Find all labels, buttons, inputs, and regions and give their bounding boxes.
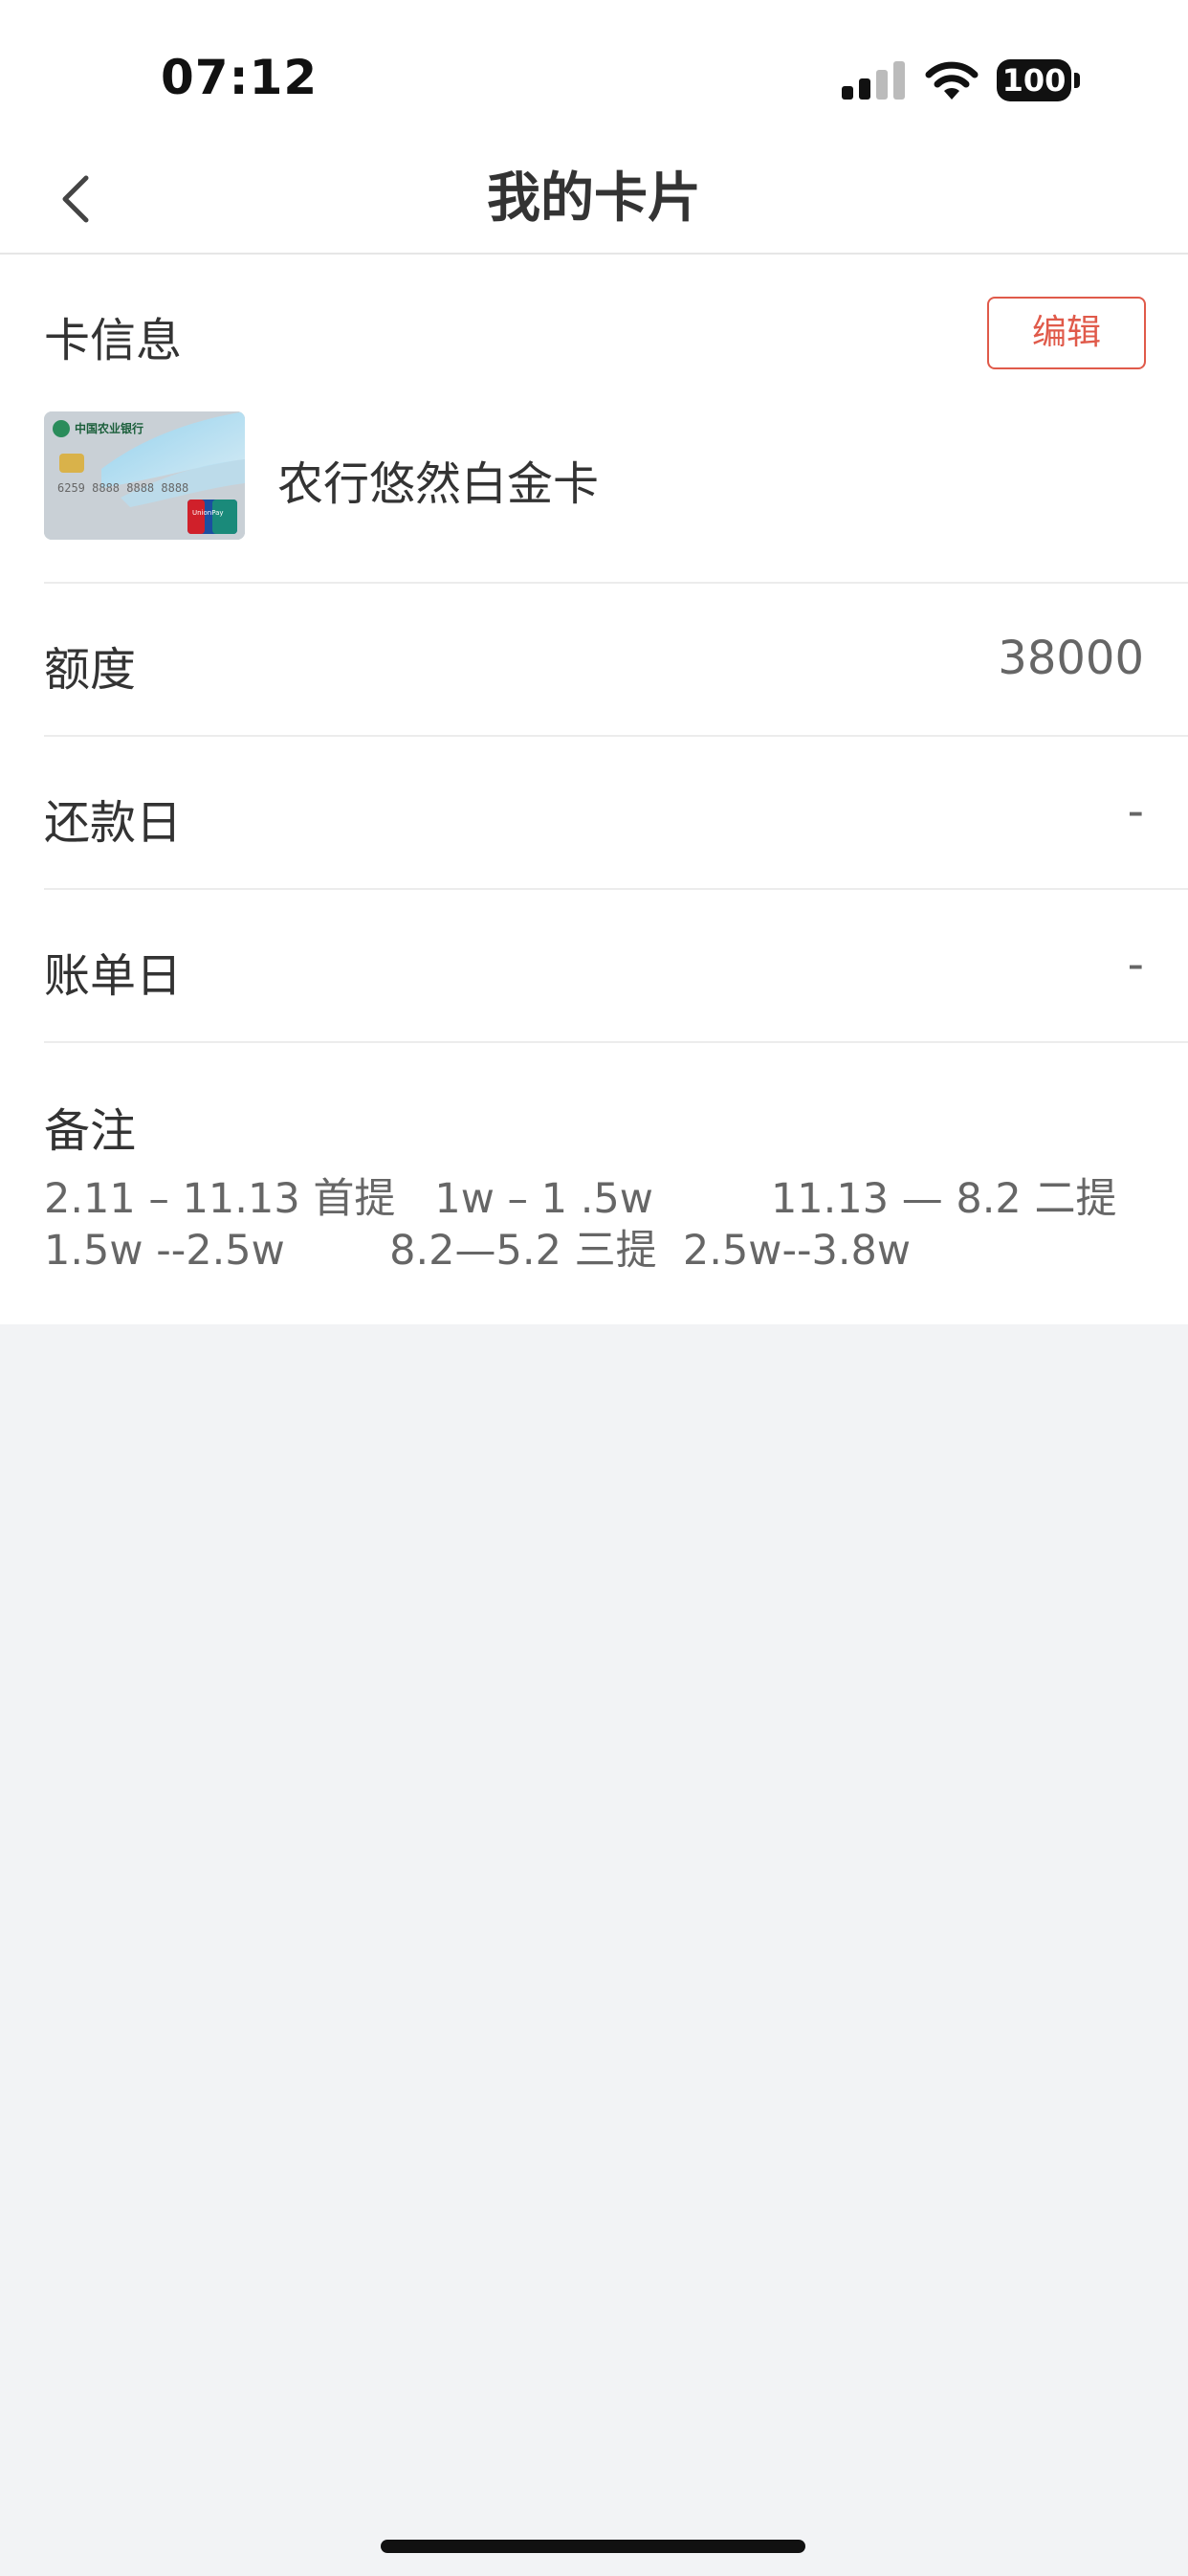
- card-bank-name: 中国农业银行: [75, 421, 143, 435]
- battery-icon: 100: [997, 59, 1081, 101]
- page-title: 我的卡片: [487, 167, 701, 230]
- status-time: 07:12: [161, 50, 319, 105]
- battery-level: 100: [997, 59, 1071, 101]
- field-row-statement-day: 账单日 -: [44, 888, 1188, 1043]
- field-value: 38000: [998, 632, 1144, 685]
- field-row-limit: 额度 38000: [44, 582, 1188, 737]
- signal-icon: [842, 61, 905, 100]
- nav-bar: 我的卡片: [0, 144, 1188, 255]
- field-label: 额度: [44, 643, 137, 697]
- wifi-icon: [925, 61, 979, 100]
- status-bar: 07:12 100: [0, 0, 1188, 144]
- note-text: 2.11 – 11.13 首提 1w – 1 .5w 11.13 — 8.2 二…: [44, 1175, 1117, 1275]
- field-value: -: [1127, 785, 1144, 838]
- card-detail-panel: 卡信息 编辑 中国农业银行 6259 8888 8888 8888 UnionP…: [0, 255, 1188, 1324]
- note-title: 备注: [44, 1104, 137, 1158]
- card-info-title: 卡信息: [44, 314, 183, 367]
- field-row-repayment-day: 还款日 -: [44, 735, 1188, 890]
- card-image: 中国农业银行 6259 8888 8888 8888 UnionPay: [44, 411, 245, 540]
- card-number: 6259 8888 8888 8888: [57, 481, 188, 495]
- card-brand: UnionPay: [192, 509, 224, 517]
- field-label: 还款日: [44, 796, 183, 850]
- card-name: 农行悠然白金卡: [277, 457, 600, 511]
- field-label: 账单日: [44, 949, 183, 1003]
- field-value: -: [1127, 938, 1144, 991]
- divider: [44, 1041, 1188, 1043]
- home-indicator[interactable]: [381, 2540, 805, 2553]
- edit-button[interactable]: 编辑: [987, 297, 1146, 369]
